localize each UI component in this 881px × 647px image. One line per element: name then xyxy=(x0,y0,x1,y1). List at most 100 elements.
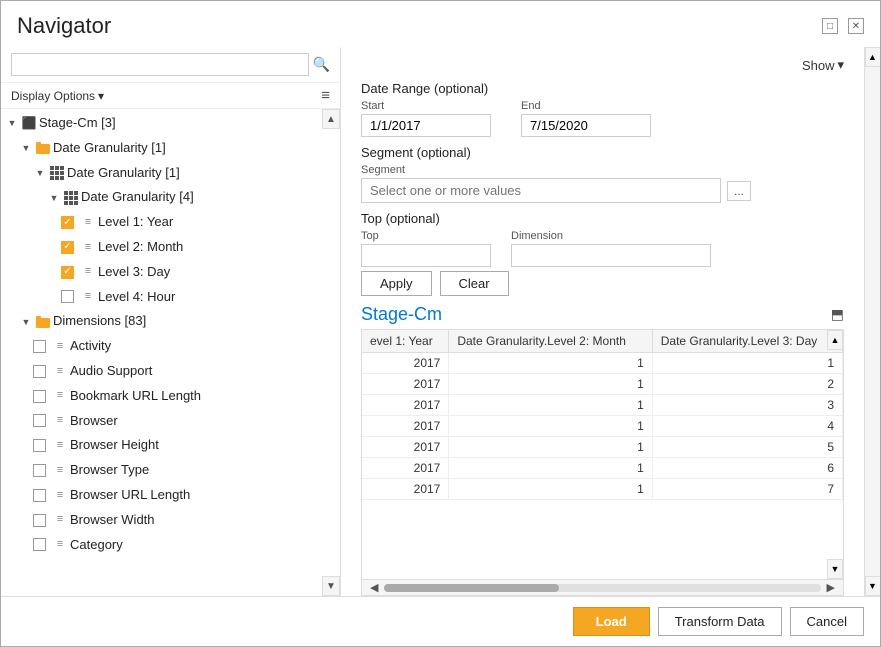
table-row: 201715 xyxy=(362,437,843,458)
minimize-button[interactable]: □ xyxy=(822,18,838,34)
tree-item-audio-support[interactable]: ≡ Audio Support xyxy=(1,359,322,384)
end-date-input[interactable] xyxy=(521,114,651,137)
tree-toggle-stage-cm[interactable]: ▼ xyxy=(5,116,19,130)
close-button[interactable]: ✕ xyxy=(848,18,864,34)
start-date-input[interactable] xyxy=(361,114,491,137)
load-button[interactable]: Load xyxy=(573,607,650,636)
checkbox-category[interactable] xyxy=(33,538,46,551)
tree-item-category[interactable]: ≡ Category xyxy=(1,533,322,558)
browser-type-icon: ≡ xyxy=(52,464,68,478)
dim-input[interactable] xyxy=(511,244,711,267)
table-cell: 7 xyxy=(652,479,842,500)
tree-label-browser: Browser xyxy=(70,411,118,432)
search-icon[interactable]: 🔍 xyxy=(313,56,330,73)
tree-item-date-gran-2[interactable]: ▼ Date Granularity [1] xyxy=(1,161,322,186)
tree-toggle-date-gran-2[interactable]: ▼ xyxy=(33,166,47,180)
apply-button[interactable]: Apply xyxy=(361,271,432,296)
ellipsis-button[interactable]: ... xyxy=(727,181,751,201)
scroll-thumb[interactable] xyxy=(384,584,558,592)
top-input[interactable] xyxy=(361,244,491,267)
tree-item-browser-height[interactable]: ≡ Browser Height xyxy=(1,433,322,458)
footer: Load Transform Data Cancel xyxy=(1,596,880,646)
tree-item-level-day[interactable]: ✓ ≡ Level 3: Day xyxy=(1,260,322,285)
tree-item-activity[interactable]: ≡ Activity xyxy=(1,334,322,359)
table-body: 2017112017122017132017142017152017162017… xyxy=(362,353,843,500)
table-scroll-down-button[interactable]: ▼ xyxy=(827,559,843,579)
right-scroll-up-button[interactable]: ▲ xyxy=(865,47,881,67)
checkbox-browser-height[interactable] xyxy=(33,439,46,452)
browser-url-icon: ≡ xyxy=(52,488,68,502)
list-view-icon[interactable]: ≡ xyxy=(321,87,330,104)
table-cell: 1 xyxy=(449,437,652,458)
search-input[interactable] xyxy=(11,53,309,76)
table-cell: 1 xyxy=(449,374,652,395)
title-bar: Navigator □ ✕ xyxy=(1,1,880,47)
checkbox-audio-support[interactable] xyxy=(33,365,46,378)
checkbox-bookmark-url[interactable] xyxy=(33,390,46,403)
table-title: Stage-Cm xyxy=(361,304,442,325)
tree-label-level-day: Level 3: Day xyxy=(98,262,170,283)
checkbox-browser-width[interactable] xyxy=(33,514,46,527)
tree-toggle-dimensions[interactable]: ▼ xyxy=(19,315,33,329)
tree-label-date-gran-1: Date Granularity [1] xyxy=(53,138,166,159)
tree-item-browser[interactable]: ≡ Browser xyxy=(1,409,322,434)
table-scroll-up-button[interactable]: ▲ xyxy=(827,330,843,350)
tree-item-browser-type[interactable]: ≡ Browser Type xyxy=(1,458,322,483)
navigator-dialog: Navigator □ ✕ 🔍 Display Options ▾ ≡ ▲ xyxy=(0,0,881,647)
filter-section: Date Range (optional) Start End xyxy=(341,73,864,304)
table-cell: 2 xyxy=(652,374,842,395)
checkbox-browser-type[interactable] xyxy=(33,464,46,477)
scroll-right-arrow[interactable]: ▶ xyxy=(823,581,839,594)
display-options-button[interactable]: Display Options ▾ xyxy=(11,89,104,103)
checkbox-level-year[interactable]: ✓ xyxy=(61,216,74,229)
checkbox-activity[interactable] xyxy=(33,340,46,353)
date-range-label: Date Range (optional) xyxy=(361,81,844,96)
checkbox-browser[interactable] xyxy=(33,414,46,427)
tree-toggle-date-gran-3[interactable]: ▼ xyxy=(47,191,61,205)
export-icon[interactable]: ⬒ xyxy=(831,306,844,323)
top-label: Top (optional) xyxy=(361,211,844,226)
tree-item-level-month[interactable]: ✓ ≡ Level 2: Month xyxy=(1,235,322,260)
checkbox-level-month[interactable]: ✓ xyxy=(61,241,74,254)
clear-button[interactable]: Clear xyxy=(440,271,509,296)
tree-item-date-gran-1[interactable]: ▼ Date Granularity [1] xyxy=(1,136,322,161)
tree-item-browser-width[interactable]: ≡ Browser Width xyxy=(1,508,322,533)
bookmark-url-icon: ≡ xyxy=(52,389,68,403)
tree-item-level-year[interactable]: ✓ ≡ Level 1: Year xyxy=(1,210,322,235)
cancel-button[interactable]: Cancel xyxy=(790,607,864,636)
tree-scroll-up-button[interactable]: ▲ xyxy=(322,109,340,129)
top-row: Top Dimension xyxy=(361,230,844,267)
right-scroll-down-button[interactable]: ▼ xyxy=(865,576,881,596)
scroll-left-arrow[interactable]: ◀ xyxy=(366,581,382,594)
checkbox-browser-url[interactable] xyxy=(33,489,46,502)
scroll-track[interactable] xyxy=(384,584,820,592)
tree-item-browser-url[interactable]: ≡ Browser URL Length xyxy=(1,483,322,508)
checkbox-level-day[interactable]: ✓ xyxy=(61,266,74,279)
tree-toggle-date-gran-1[interactable]: ▼ xyxy=(19,141,33,155)
table-header-row-el: evel 1: Year Date Granularity.Level 2: M… xyxy=(362,330,843,353)
tree-label-level-month: Level 2: Month xyxy=(98,237,183,258)
show-button[interactable]: Show ▾ xyxy=(802,57,844,73)
tree-scroll-down-button[interactable]: ▼ xyxy=(322,576,340,596)
tree-item-bookmark-url[interactable]: ≡ Bookmark URL Length xyxy=(1,384,322,409)
tree-item-stage-cm[interactable]: ▼ ⬛ Stage-Cm [3] xyxy=(1,111,322,136)
table-row: 201712 xyxy=(362,374,843,395)
tree-label-browser-url: Browser URL Length xyxy=(70,485,190,506)
tree-item-date-gran-3[interactable]: ▼ Date Granularity [4] xyxy=(1,185,322,210)
table-cell: 4 xyxy=(652,416,842,437)
tree-item-dimensions[interactable]: ▼ Dimensions [83] xyxy=(1,309,322,334)
tree-item-level-hour[interactable]: ≡ Level 4: Hour xyxy=(1,285,322,310)
table-icon-2 xyxy=(63,191,79,205)
browser-icon: ≡ xyxy=(52,414,68,428)
activity-icon: ≡ xyxy=(52,340,68,354)
tree-label-level-hour: Level 4: Hour xyxy=(98,287,175,308)
segment-input[interactable] xyxy=(361,178,721,203)
top-field-label: Top xyxy=(361,230,491,242)
table-cell: 1 xyxy=(449,416,652,437)
horizontal-scrollbar: ◀ ▶ xyxy=(362,579,843,595)
checkbox-level-hour[interactable] xyxy=(61,290,74,303)
tree-label-browser-width: Browser Width xyxy=(70,510,155,531)
tree-area: ▲ ▼ ⬛ Stage-Cm [3] ▼ Date Granula xyxy=(1,109,340,596)
start-date-group: Start xyxy=(361,100,491,137)
transform-data-button[interactable]: Transform Data xyxy=(658,607,782,636)
